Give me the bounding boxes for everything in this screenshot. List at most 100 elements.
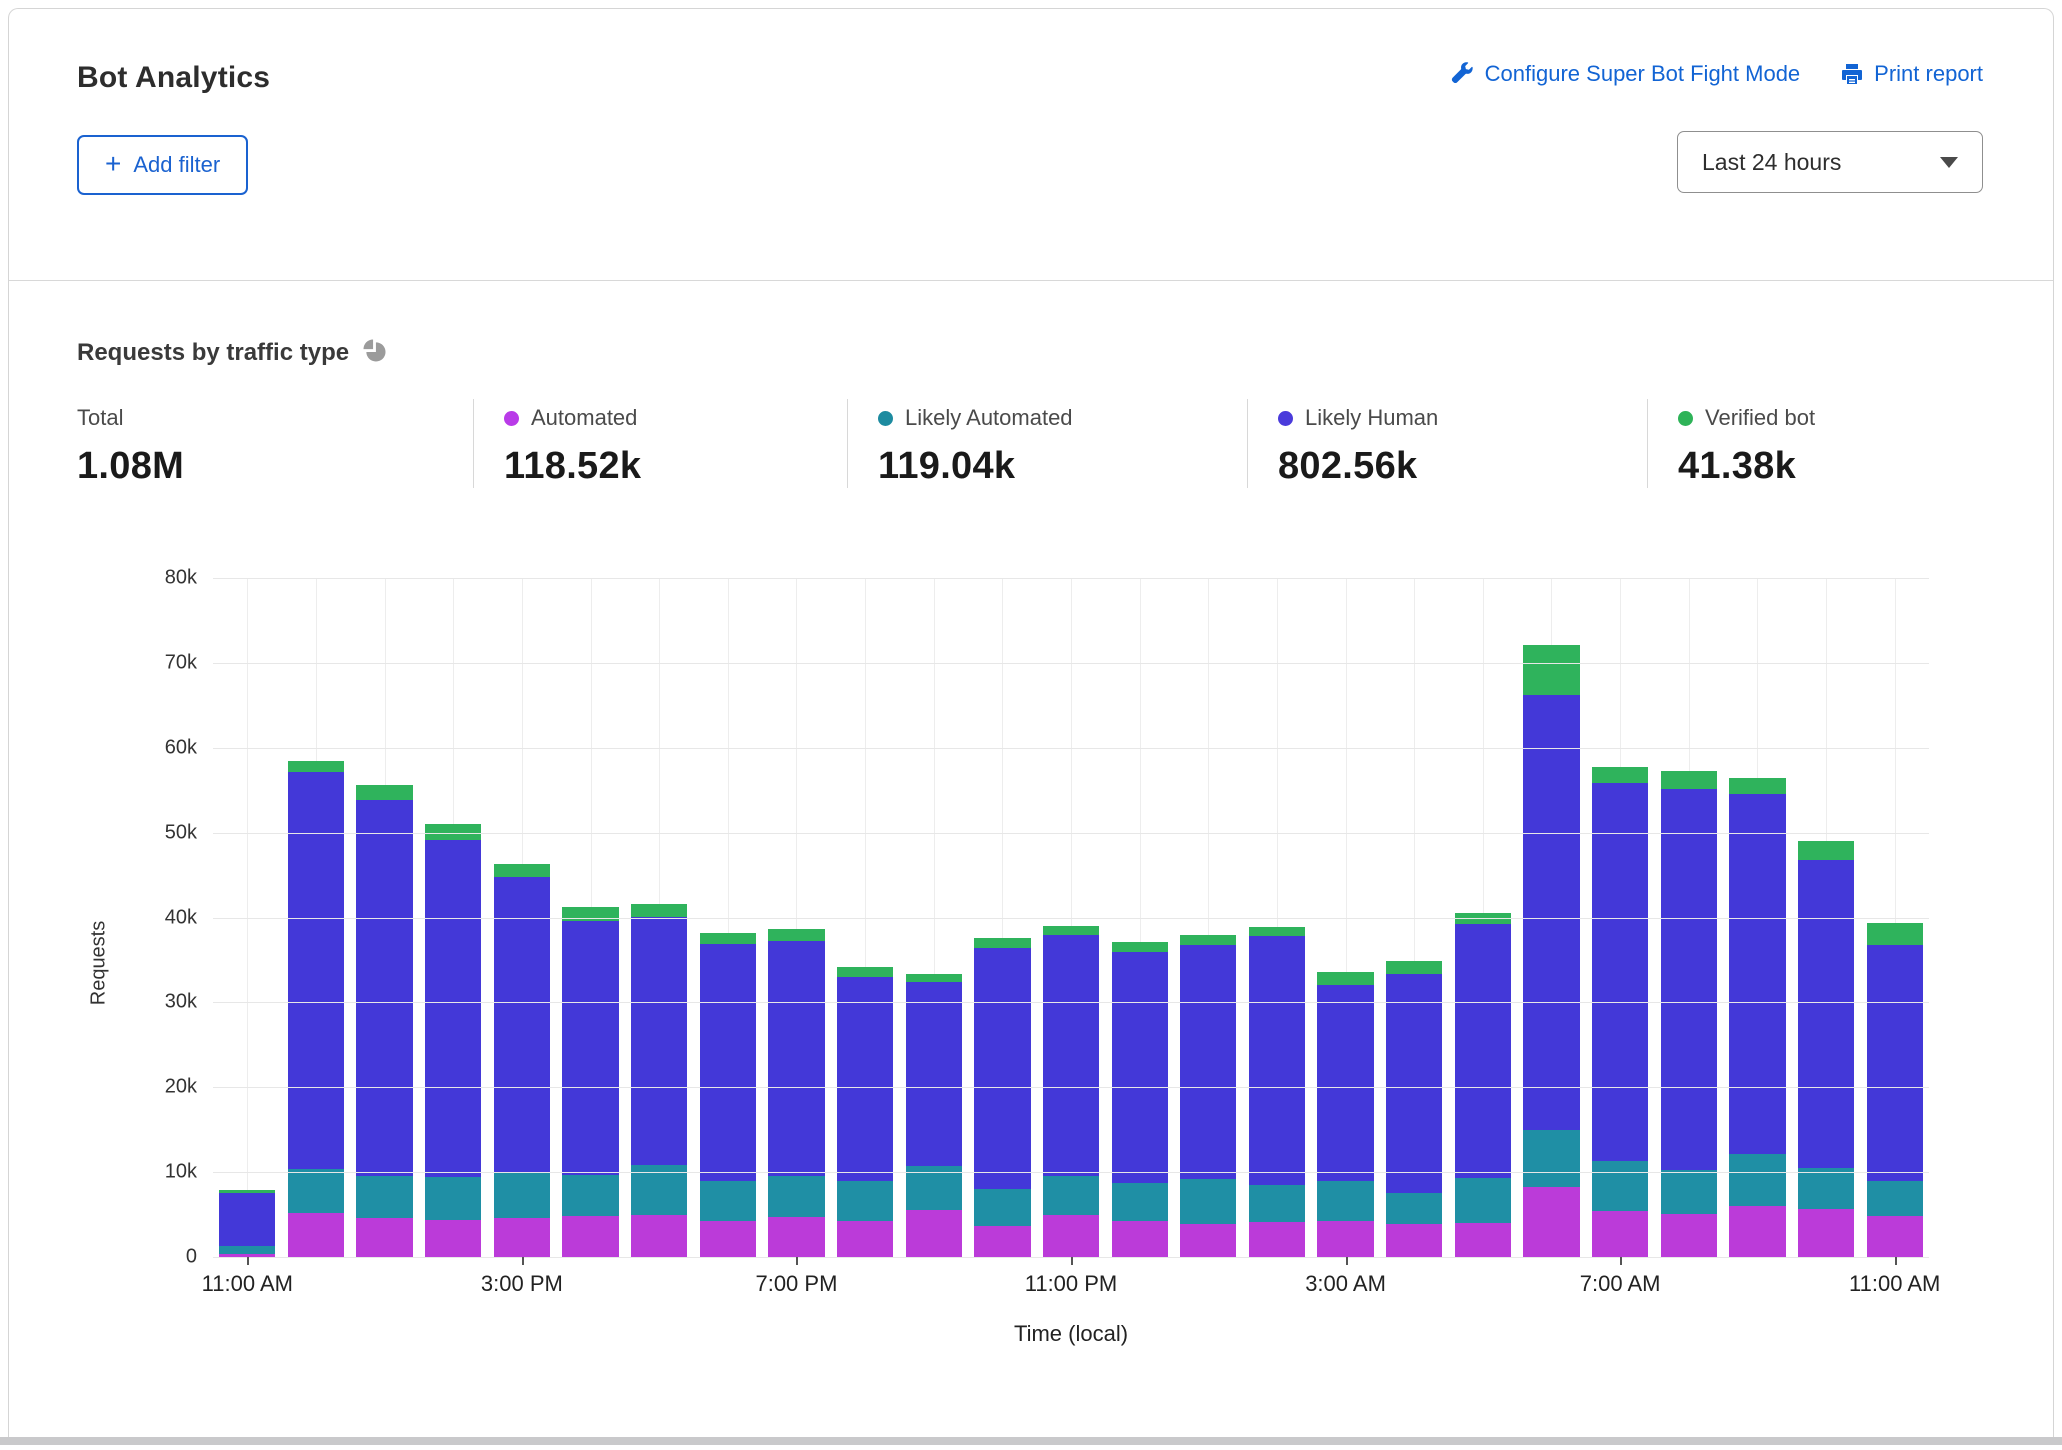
bar-segment-automated[interactable] (768, 1217, 824, 1257)
bar-segment-verified-bot[interactable] (700, 933, 756, 944)
bar-segment-automated[interactable] (700, 1221, 756, 1257)
stacked-bar-8-00-am[interactable] (1661, 771, 1717, 1257)
bar-segment-likely-automated[interactable] (1043, 1176, 1099, 1216)
bar-segment-likely-human[interactable] (768, 941, 824, 1175)
bar-segment-likely-automated[interactable] (1249, 1185, 1305, 1222)
stacked-bar-1-00-am[interactable] (1180, 935, 1236, 1257)
bar-segment-likely-automated[interactable] (1523, 1130, 1579, 1187)
bar-segment-automated[interactable] (356, 1218, 412, 1257)
bar-segment-likely-human[interactable] (1317, 985, 1373, 1180)
stacked-bar-7-00-am[interactable] (1592, 767, 1648, 1257)
stacked-bar-10-00-am[interactable] (1798, 841, 1854, 1257)
stacked-bar-11-00-am[interactable] (1867, 923, 1923, 1257)
bar-segment-likely-automated[interactable] (288, 1169, 344, 1213)
bar-segment-automated[interactable] (1386, 1224, 1442, 1257)
bar-segment-likely-automated[interactable] (1798, 1168, 1854, 1210)
configure-super-bot-fight-mode-link[interactable]: Configure Super Bot Fight Mode (1451, 61, 1801, 87)
stacked-bar-4-00-am[interactable] (1386, 961, 1442, 1257)
print-report-link[interactable]: Print report (1840, 61, 1983, 87)
bar-segment-likely-automated[interactable] (1386, 1193, 1442, 1224)
time-range-select[interactable]: Last 24 hours (1677, 131, 1983, 193)
bar-segment-automated[interactable] (906, 1210, 962, 1257)
stacked-bar-4-00-pm[interactable] (562, 907, 618, 1257)
bar-segment-likely-automated[interactable] (1180, 1179, 1236, 1224)
bar-segment-automated[interactable] (1180, 1224, 1236, 1257)
stacked-bar-7-00-pm[interactable] (768, 929, 824, 1257)
stacked-bar-11-00-pm[interactable] (1043, 926, 1099, 1257)
bar-segment-verified-bot[interactable] (356, 785, 412, 800)
bar-segment-automated[interactable] (1112, 1221, 1168, 1257)
bar-segment-automated[interactable] (1317, 1221, 1373, 1257)
stacked-bar-6-00-am[interactable] (1523, 645, 1579, 1257)
bar-segment-verified-bot[interactable] (1043, 926, 1099, 934)
bar-segment-verified-bot[interactable] (1249, 927, 1305, 936)
bar-segment-verified-bot[interactable] (631, 904, 687, 917)
bar-segment-likely-human[interactable] (1249, 936, 1305, 1185)
stacked-bar-2-00-am[interactable] (1249, 927, 1305, 1257)
bar-segment-likely-human[interactable] (1386, 974, 1442, 1193)
bar-segment-likely-automated[interactable] (1661, 1170, 1717, 1213)
bar-segment-automated[interactable] (425, 1220, 481, 1257)
bar-segment-likely-automated[interactable] (1729, 1154, 1785, 1206)
bar-segment-likely-automated[interactable] (219, 1246, 275, 1254)
bar-segment-verified-bot[interactable] (1867, 923, 1923, 945)
stacked-bar-5-00-pm[interactable] (631, 904, 687, 1257)
bar-segment-automated[interactable] (1592, 1211, 1648, 1257)
bar-segment-automated[interactable] (1798, 1209, 1854, 1257)
bar-segment-verified-bot[interactable] (1386, 961, 1442, 974)
bar-segment-likely-human[interactable] (700, 944, 756, 1182)
stacked-bar-12-00-am[interactable] (1112, 942, 1168, 1257)
bar-segment-verified-bot[interactable] (1729, 778, 1785, 794)
bar-segment-automated[interactable] (631, 1215, 687, 1257)
bar-segment-verified-bot[interactable] (1523, 645, 1579, 695)
bar-segment-automated[interactable] (1523, 1187, 1579, 1257)
bar-segment-likely-human[interactable] (494, 877, 550, 1172)
bar-segment-verified-bot[interactable] (1798, 841, 1854, 860)
bar-segment-likely-automated[interactable] (356, 1176, 412, 1218)
bar-segment-likely-human[interactable] (1867, 945, 1923, 1182)
bar-segment-likely-human[interactable] (356, 800, 412, 1175)
bar-segment-verified-bot[interactable] (1661, 771, 1717, 790)
bar-segment-likely-automated[interactable] (1317, 1181, 1373, 1222)
bar-segment-automated[interactable] (1455, 1223, 1511, 1257)
bar-segment-verified-bot[interactable] (562, 907, 618, 921)
stacked-bar-10-00-pm[interactable] (974, 938, 1030, 1257)
stacked-bar-2-00-pm[interactable] (425, 824, 481, 1257)
bar-segment-automated[interactable] (974, 1226, 1030, 1257)
bar-segment-verified-bot[interactable] (288, 761, 344, 773)
bar-segment-likely-human[interactable] (1661, 789, 1717, 1170)
bar-segment-verified-bot[interactable] (494, 864, 550, 877)
bar-segment-verified-bot[interactable] (906, 974, 962, 982)
bar-segment-automated[interactable] (1867, 1216, 1923, 1257)
bar-segment-verified-bot[interactable] (1180, 935, 1236, 945)
stacked-bar-3-00-am[interactable] (1317, 972, 1373, 1257)
bar-segment-likely-automated[interactable] (562, 1175, 618, 1217)
bar-segment-verified-bot[interactable] (1592, 767, 1648, 783)
bar-segment-likely-human[interactable] (1112, 952, 1168, 1183)
bar-segment-likely-human[interactable] (1592, 783, 1648, 1161)
bar-segment-likely-automated[interactable] (1112, 1183, 1168, 1220)
stacked-bar-12-00-pm[interactable] (288, 761, 344, 1257)
bar-segment-verified-bot[interactable] (1317, 972, 1373, 986)
stacked-bar-9-00-pm[interactable] (906, 974, 962, 1257)
bar-segment-automated[interactable] (1043, 1215, 1099, 1257)
bar-segment-likely-automated[interactable] (494, 1172, 550, 1218)
bar-segment-likely-human[interactable] (219, 1193, 275, 1246)
stacked-bar-5-00-am[interactable] (1455, 913, 1511, 1257)
bar-segment-likely-human[interactable] (562, 921, 618, 1175)
bar-segment-verified-bot[interactable] (974, 938, 1030, 948)
bar-segment-verified-bot[interactable] (1455, 913, 1511, 924)
bar-segment-likely-human[interactable] (1455, 924, 1511, 1178)
bar-segment-automated[interactable] (562, 1216, 618, 1257)
stacked-bar-6-00-pm[interactable] (700, 933, 756, 1257)
bar-segment-automated[interactable] (1249, 1222, 1305, 1257)
bar-segment-automated[interactable] (1729, 1206, 1785, 1257)
stacked-bar-8-00-pm[interactable] (837, 967, 893, 1257)
bar-segment-likely-human[interactable] (631, 917, 687, 1166)
bar-segment-likely-automated[interactable] (1592, 1161, 1648, 1211)
bar-segment-likely-automated[interactable] (974, 1189, 1030, 1225)
bar-segment-likely-human[interactable] (1798, 860, 1854, 1168)
bar-segment-automated[interactable] (494, 1218, 550, 1257)
bar-segment-verified-bot[interactable] (837, 967, 893, 977)
bar-segment-likely-automated[interactable] (700, 1181, 756, 1221)
